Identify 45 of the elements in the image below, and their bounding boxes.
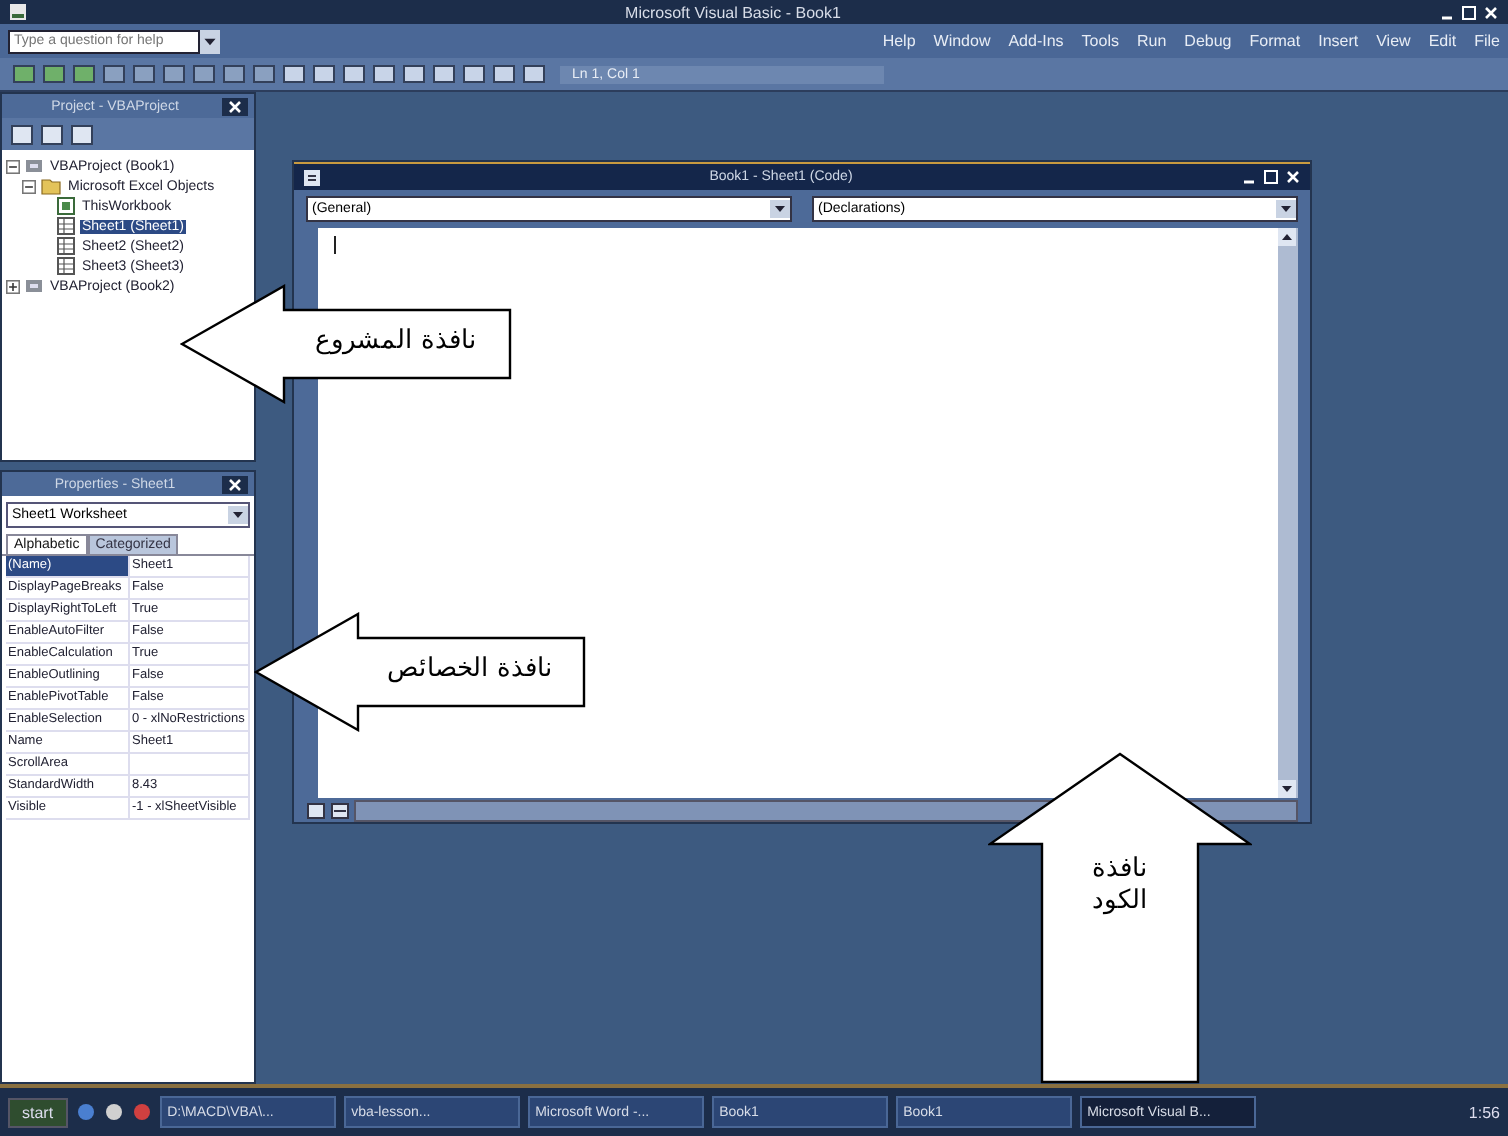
menu-item[interactable]: Tools (1081, 32, 1119, 50)
menu-item[interactable]: File (1474, 32, 1500, 50)
quick-launch-icon (103, 1102, 124, 1122)
close-icon[interactable] (1284, 168, 1302, 186)
menu-item[interactable]: Add-Ins (1008, 32, 1064, 50)
callout-label: نافذة الكود (1090, 852, 1150, 917)
sheet-icon (56, 256, 76, 276)
workbook-icon (56, 196, 76, 216)
expand-icon[interactable] (6, 277, 20, 295)
restore-icon[interactable] (1460, 3, 1478, 21)
code-icon (302, 167, 322, 187)
dropdown-arrow-icon[interactable] (1276, 200, 1296, 218)
module-view-icon (330, 801, 350, 819)
collapse-icon[interactable] (22, 177, 36, 195)
close-icon[interactable] (1482, 3, 1500, 21)
quick-launch-icon (131, 1102, 152, 1122)
menu-item[interactable]: Format (1249, 32, 1301, 50)
scroll-down-icon[interactable] (1278, 780, 1296, 798)
scroll-up-icon[interactable] (1278, 228, 1296, 246)
sheet-icon (56, 216, 76, 236)
menu-item[interactable]: Debug (1184, 32, 1232, 50)
close-icon[interactable] (222, 475, 248, 493)
folder-icon (40, 176, 62, 196)
dropdown-arrow-icon[interactable] (228, 506, 248, 524)
menu-item[interactable]: Run (1136, 32, 1167, 50)
quick-launch-icon (75, 1102, 96, 1122)
collapse-icon[interactable] (6, 157, 20, 175)
menu-item[interactable]: Help (882, 32, 916, 50)
text-cursor (334, 236, 336, 254)
close-icon[interactable] (222, 97, 248, 115)
dropdown-arrow-icon[interactable] (770, 200, 790, 218)
clock: 1:56 (1468, 1103, 1500, 1121)
start-button[interactable]: start (8, 1097, 68, 1127)
vertical-scrollbar[interactable] (1278, 228, 1298, 798)
maximize-icon[interactable] (1262, 168, 1280, 186)
callout-label: نافذة المشروع (313, 324, 479, 357)
menu-item[interactable]: Insert (1318, 32, 1359, 50)
procedure-view-icon (306, 801, 326, 819)
window-title: Microsoft Visual Basic - Book1 (623, 3, 843, 21)
callout-label: نافذة الخصائص (385, 652, 555, 685)
menu-item[interactable]: Window (933, 32, 991, 50)
menu-item[interactable]: View (1376, 32, 1411, 50)
app-icon (8, 2, 28, 22)
sheet-icon (56, 236, 76, 256)
menu-item[interactable]: Edit (1428, 32, 1457, 50)
